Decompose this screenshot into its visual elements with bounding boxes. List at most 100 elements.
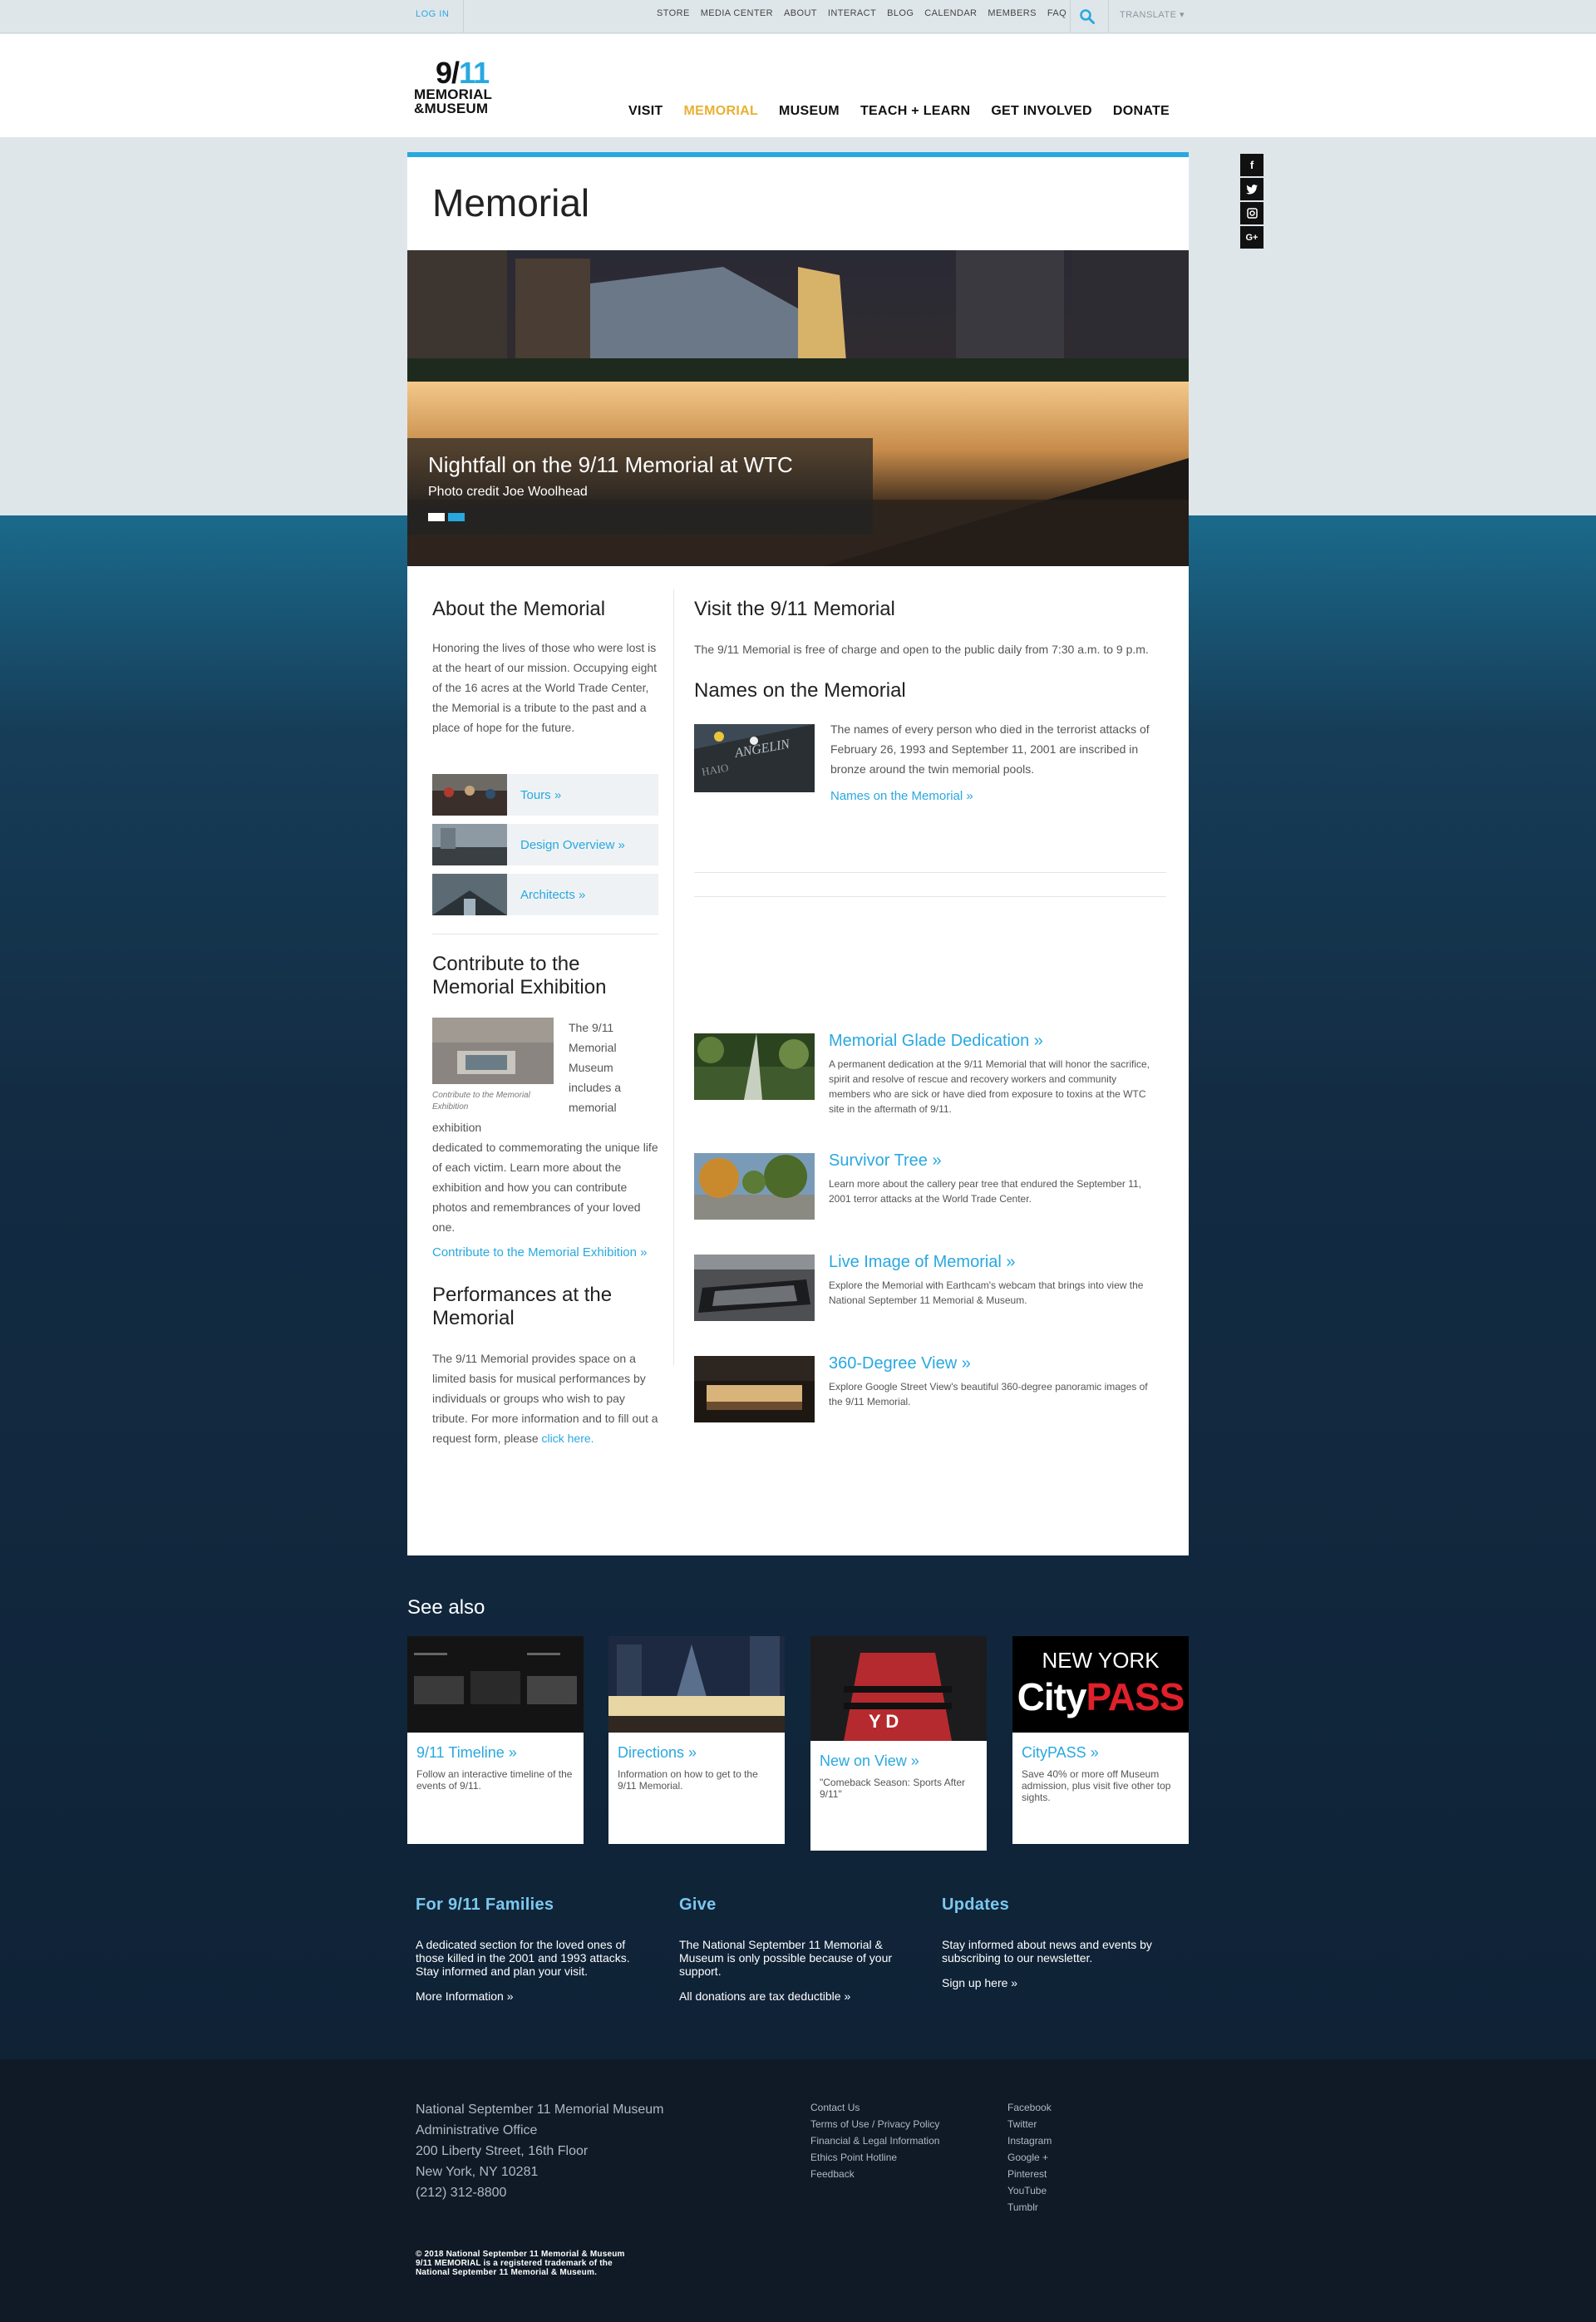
- memorial-glade-link[interactable]: Memorial Glade Dedication »: [829, 1032, 1043, 1051]
- trademark-line: National September 11 Memorial & Museum.: [416, 2268, 598, 2277]
- 360-view-link[interactable]: 360-Degree View »: [829, 1354, 971, 1373]
- footer-link-tumblr[interactable]: Tumblr: [1007, 2199, 1052, 2216]
- architects-link[interactable]: Architects »: [432, 874, 658, 915]
- tours-link[interactable]: Tours »: [432, 774, 658, 816]
- footer-address-line: National September 11 Memorial Museum: [416, 2103, 664, 2117]
- utility-link-blog[interactable]: BLOG: [887, 8, 914, 18]
- utility-link-members[interactable]: MEMBERS: [988, 8, 1036, 18]
- copyright-line: © 2018 National September 11 Memorial & …: [416, 2250, 625, 2259]
- give-section: Give The National September 11 Memorial …: [679, 1896, 904, 2003]
- live-image-thumbnail[interactable]: [694, 1255, 815, 1321]
- contribute-text: dedicated to commemorating the unique li…: [432, 1141, 658, 1234]
- memorial-glade-desc: A permanent dedication at the 9/11 Memor…: [829, 1058, 1150, 1115]
- utility-link-about[interactable]: ABOUT: [784, 8, 817, 18]
- footer-link-instagram[interactable]: Instagram: [1007, 2132, 1052, 2149]
- card-citypass[interactable]: NEW YORK CityPASS CityPASS » Save 40% or…: [1012, 1636, 1189, 1844]
- card-timeline[interactable]: 9/11 Timeline » Follow an interactive ti…: [407, 1636, 584, 1844]
- survivor-tree-desc: Learn more about the callery pear tree t…: [829, 1178, 1142, 1205]
- utility-divider: [1070, 0, 1071, 33]
- utility-link-faq[interactable]: FAQ: [1047, 8, 1066, 18]
- updates-link[interactable]: Sign up here »: [942, 1976, 1166, 1989]
- card-new-on-view[interactable]: Y D New on View » "Comeback Season: Spor…: [810, 1636, 987, 1851]
- updates-desc: Stay informed about news and events by s…: [942, 1938, 1152, 1965]
- logo-text: MEMORIAL: [414, 86, 493, 102]
- 360-view-thumbnail[interactable]: [694, 1356, 815, 1422]
- updates-title: Updates: [942, 1896, 1010, 1914]
- contribute-image-caption: Contribute to the Memorial Exhibition: [432, 1091, 530, 1112]
- footer-link-financial[interactable]: Financial & Legal Information: [810, 2132, 939, 2149]
- updates-section: Updates Stay informed about news and eve…: [942, 1896, 1166, 1989]
- footer-link-youtube[interactable]: YouTube: [1007, 2182, 1052, 2199]
- site-logo[interactable]: 9/11 MEMORIAL &MUSEUM: [414, 56, 514, 122]
- families-link[interactable]: More Information »: [416, 1989, 640, 2003]
- slide-dot-2[interactable]: [448, 513, 465, 521]
- survivor-tree-thumbnail[interactable]: [694, 1153, 815, 1220]
- footer-links: Contact Us Terms of Use / Privacy Policy…: [810, 2099, 939, 2182]
- utility-link-store[interactable]: STORE: [657, 8, 690, 18]
- nav-memorial[interactable]: MEMORIAL: [684, 104, 759, 119]
- citypass-card-title: CityPASS »: [1022, 1744, 1099, 1761]
- card-directions[interactable]: Directions » Information on how to get t…: [608, 1636, 785, 1844]
- section-divider: [694, 872, 1166, 873]
- footer-link-facebook[interactable]: Facebook: [1007, 2099, 1052, 2116]
- footer-address-line: 200 Liberty Street, 16th Floor: [416, 2144, 589, 2158]
- footer-link-feedback[interactable]: Feedback: [810, 2166, 939, 2182]
- citypass-card-desc: Save 40% or more off Museum admission, p…: [1022, 1768, 1171, 1803]
- names-text: The names of every person who died in th…: [830, 722, 1150, 776]
- nav-get-involved[interactable]: GET INVOLVED: [991, 104, 1092, 119]
- contribute-link[interactable]: Contribute to the Memorial Exhibition »: [432, 1245, 658, 1260]
- left-column: About the Memorial Honoring the lives of…: [432, 598, 658, 1448]
- hero-caption-title: Nightfall on the 9/11 Memorial at WTC: [428, 452, 793, 477]
- page-title: Memorial: [432, 181, 590, 224]
- utility-bar: LOG IN STORE MEDIA CENTER ABOUT INTERACT…: [0, 0, 1596, 33]
- architects-thumbnail: [432, 874, 507, 915]
- utility-divider: [463, 0, 464, 33]
- nav-teach-learn[interactable]: TEACH + LEARN: [860, 104, 970, 119]
- design-overview-link[interactable]: Design Overview »: [432, 824, 658, 865]
- footer-link-google-plus[interactable]: Google +: [1007, 2149, 1052, 2166]
- give-link[interactable]: All donations are tax deductible »: [679, 1989, 904, 2003]
- footer-link-contact[interactable]: Contact Us: [810, 2099, 939, 2116]
- give-title: Give: [679, 1896, 717, 1914]
- memorial-glade-thumbnail[interactable]: [694, 1033, 815, 1100]
- utility-link-media-center[interactable]: MEDIA CENTER: [701, 8, 773, 18]
- utility-link-interact[interactable]: INTERACT: [828, 8, 876, 18]
- performances-text: The 9/11 Memorial provides space on a li…: [432, 1348, 658, 1448]
- tours-link-label: Tours »: [520, 787, 562, 802]
- nav-museum[interactable]: MUSEUM: [779, 104, 840, 119]
- footer-background: [0, 2059, 1596, 2322]
- twitter-icon[interactable]: [1240, 178, 1264, 200]
- footer-link-twitter[interactable]: Twitter: [1007, 2116, 1052, 2132]
- contribute-image[interactable]: [432, 1018, 554, 1084]
- names-link[interactable]: Names on the Memorial »: [830, 789, 973, 803]
- live-image-link[interactable]: Live Image of Memorial »: [829, 1253, 1016, 1272]
- footer-address-line: New York, NY 10281: [416, 2165, 539, 2179]
- login-link[interactable]: LOG IN: [416, 9, 449, 19]
- column-divider: [673, 589, 674, 1366]
- svg-text:Y D: Y D: [869, 1711, 899, 1732]
- facebook-icon[interactable]: f: [1240, 154, 1264, 176]
- footer-link-ethics[interactable]: Ethics Point Hotline: [810, 2149, 939, 2166]
- nav-donate[interactable]: DONATE: [1113, 104, 1170, 119]
- slide-dot-1[interactable]: [428, 513, 445, 521]
- logo-text: 9/: [436, 56, 460, 90]
- google-plus-icon[interactable]: G+: [1240, 226, 1264, 249]
- footer-phone: (212) 312-8800: [416, 2186, 507, 2200]
- performances-click-here-link[interactable]: click here.: [542, 1432, 594, 1445]
- translate-dropdown[interactable]: TRANSLATE ▾: [1120, 9, 1185, 20]
- names-image[interactable]: ANGELIN HAIO: [694, 724, 815, 792]
- instagram-icon[interactable]: [1240, 202, 1264, 224]
- new-on-view-card-title: New on View »: [820, 1753, 919, 1769]
- tours-thumbnail: [432, 774, 507, 816]
- footer-link-terms[interactable]: Terms of Use / Privacy Policy: [810, 2116, 939, 2132]
- design-overview-link-label: Design Overview »: [520, 837, 625, 852]
- contribute-title: Contribute to the Memorial Exhibition: [432, 953, 607, 998]
- hero-slideshow[interactable]: Nightfall on the 9/11 Memorial at WTC Ph…: [407, 250, 1189, 566]
- survivor-tree-link[interactable]: Survivor Tree »: [829, 1151, 942, 1171]
- nav-visit[interactable]: VISIT: [628, 104, 663, 119]
- utility-link-calendar[interactable]: CALENDAR: [924, 8, 977, 18]
- search-button[interactable]: [1072, 5, 1102, 28]
- new-on-view-card-desc: "Comeback Season: Sports After 9/11": [820, 1777, 966, 1800]
- footer-link-pinterest[interactable]: Pinterest: [1007, 2166, 1052, 2182]
- content-panel: Memorial Nightfall on the 9/11 Memorial …: [407, 152, 1189, 1555]
